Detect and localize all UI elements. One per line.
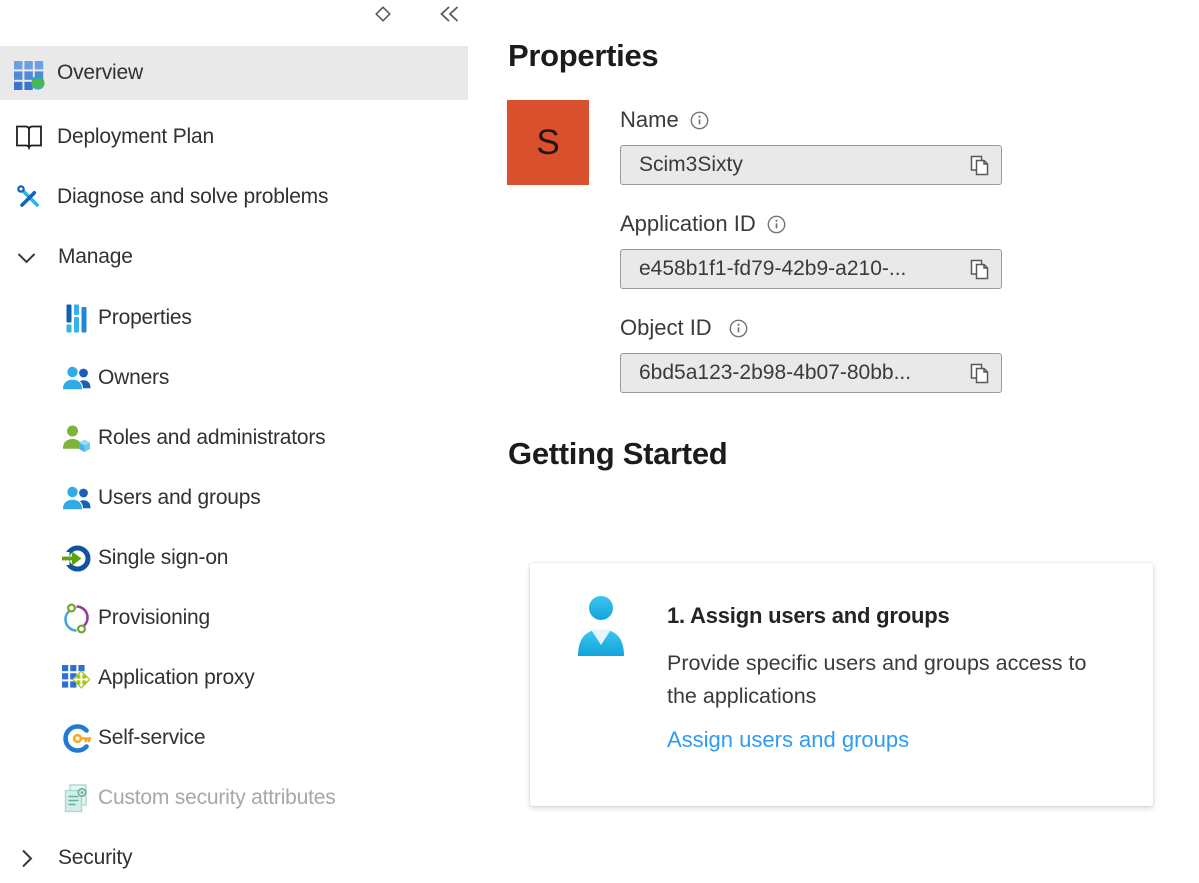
info-icon[interactable] — [767, 215, 786, 234]
sidebar-item-roles-admins[interactable]: Roles and administrators — [0, 413, 468, 463]
circle-key-icon — [61, 723, 92, 754]
copy-icon — [968, 153, 991, 178]
two-people-icon — [61, 364, 92, 392]
sidebar-item-custom-security-attributes[interactable]: Custom security attributes — [0, 773, 468, 823]
grid-diamond-arrows-icon — [61, 663, 92, 694]
overview-grid-globe-icon — [11, 57, 47, 90]
card-title: 1. Assign users and groups — [667, 603, 950, 629]
sidebar-item-label: Properties — [98, 306, 192, 330]
sidebar-item-diagnose[interactable]: Diagnose and solve problems — [0, 172, 468, 222]
person-icon — [572, 595, 630, 657]
sidebar-section-label: Manage — [58, 245, 133, 269]
application-id-input[interactable] — [639, 257, 962, 281]
copy-icon — [968, 361, 991, 386]
person-cube-icon — [61, 423, 92, 454]
ring-arrow-icon — [61, 543, 92, 574]
sidebar-item-application-proxy[interactable]: Application proxy — [0, 653, 468, 703]
name-field — [620, 145, 1002, 185]
sidebar-item-label: Custom security attributes — [98, 786, 336, 810]
sidebar-section-security[interactable]: Security — [0, 833, 468, 883]
sidebar-item-single-sign-on[interactable]: Single sign-on — [0, 533, 468, 583]
two-people-icon — [61, 484, 92, 512]
sidebar-item-provisioning[interactable]: Provisioning — [0, 593, 468, 643]
diamond-resize-icon — [372, 3, 394, 25]
copy-button[interactable] — [968, 257, 991, 282]
resize-pane-button[interactable] — [370, 2, 396, 26]
application-id-field — [620, 249, 1002, 289]
object-id-field — [620, 353, 1002, 393]
card-description: Provide specific users and groups access… — [667, 647, 1114, 713]
sync-arrows-icon — [61, 603, 92, 634]
info-icon[interactable] — [690, 111, 709, 130]
open-book-icon — [11, 121, 47, 153]
object-id-field-label: Object ID — [620, 316, 748, 340]
copy-icon — [968, 257, 991, 282]
sidebar-item-label: Provisioning — [98, 606, 210, 630]
sidebar-item-label: Owners — [98, 366, 169, 390]
document-gear-icon — [61, 783, 92, 814]
sidebar-item-label: Application proxy — [98, 666, 255, 690]
name-field-label: Name — [620, 108, 709, 132]
sidebar-item-label: Users and groups — [98, 486, 261, 510]
application-id-field-label: Application ID — [620, 212, 786, 236]
assign-users-and-groups-link[interactable]: Assign users and groups — [667, 727, 909, 753]
sidebar-item-self-service[interactable]: Self-service — [0, 713, 468, 763]
sidebar-section-manage[interactable]: Manage — [0, 232, 468, 282]
sidebar-item-users-groups[interactable]: Users and groups — [0, 473, 468, 523]
assign-users-card: 1. Assign users and groups Provide speci… — [530, 563, 1153, 806]
vertical-bars-icon — [61, 303, 92, 334]
sidebar-item-owners[interactable]: Owners — [0, 353, 468, 403]
object-id-input[interactable] — [639, 361, 962, 385]
sidebar-item-label: Overview — [57, 61, 143, 85]
sidebar-item-overview[interactable]: Overview — [0, 46, 468, 100]
chevron-right-icon — [12, 845, 40, 872]
sidebar-item-deployment-plan[interactable]: Deployment Plan — [0, 112, 468, 162]
sidebar-item-label: Diagnose and solve problems — [57, 185, 328, 209]
sidebar-item-label: Deployment Plan — [57, 125, 214, 149]
crossed-tools-icon — [11, 182, 47, 213]
properties-heading: Properties — [508, 38, 658, 74]
info-icon[interactable] — [729, 319, 748, 338]
sidebar-item-properties[interactable]: Properties — [0, 293, 468, 343]
collapse-menu-button[interactable] — [436, 2, 462, 26]
getting-started-heading: Getting Started — [508, 436, 727, 472]
app-logo-letter: S — [536, 123, 559, 163]
sidebar-item-label: Self-service — [98, 726, 205, 750]
sidebar-item-label: Roles and administrators — [98, 426, 325, 450]
app-logo: S — [507, 100, 589, 185]
sidebar-item-label: Single sign-on — [98, 546, 228, 570]
name-input[interactable] — [639, 153, 962, 177]
copy-button[interactable] — [968, 153, 991, 178]
chevron-down-icon — [12, 244, 40, 271]
copy-button[interactable] — [968, 361, 991, 386]
double-chevron-left-icon — [437, 4, 461, 24]
